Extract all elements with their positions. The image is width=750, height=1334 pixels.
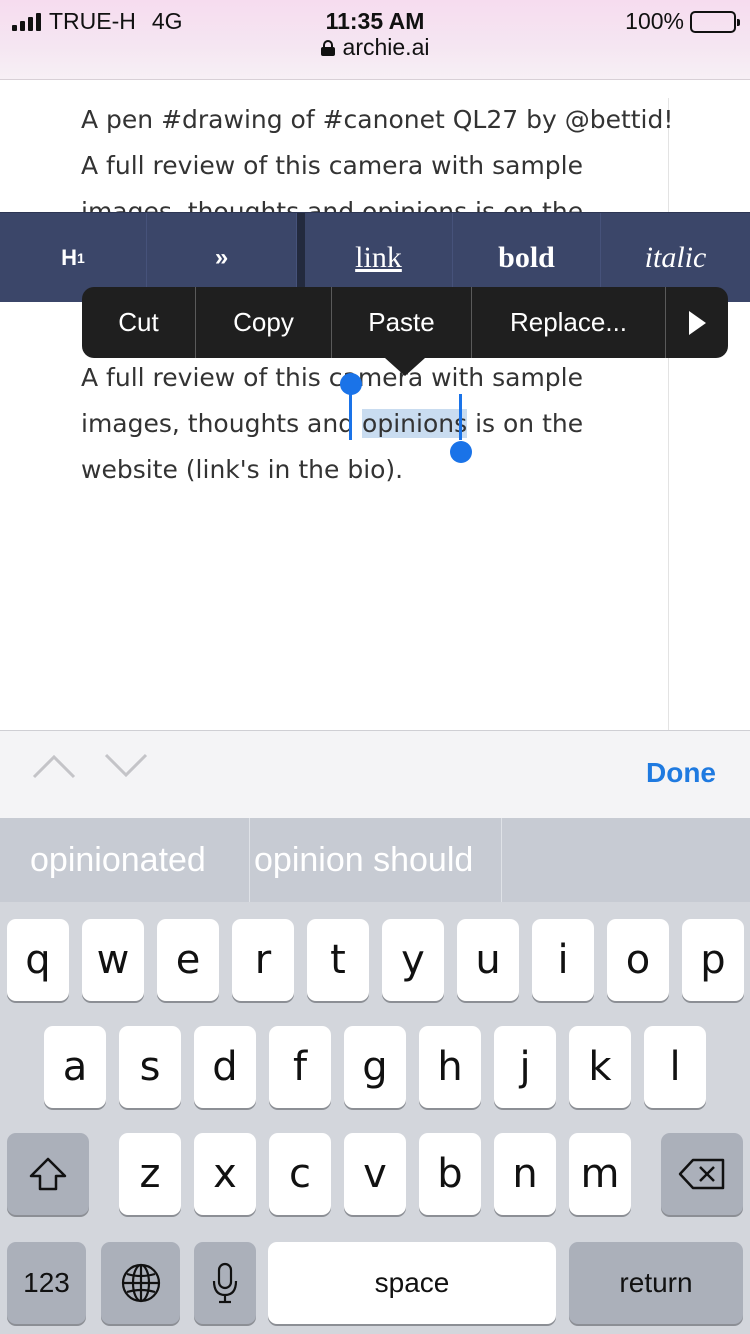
suggestion-3[interactable]	[502, 818, 750, 902]
globe-key[interactable]	[101, 1242, 180, 1324]
key-h[interactable]: h	[419, 1026, 481, 1108]
editor-area[interactable]: A pen #drawing of #canonet QL27 by @bett…	[0, 80, 750, 730]
suggestion-1[interactable]: opinionated	[0, 818, 250, 902]
key-z[interactable]: z	[119, 1133, 181, 1215]
key-u[interactable]: u	[457, 919, 519, 1001]
key-n[interactable]: n	[494, 1133, 556, 1215]
heading-label: H	[61, 245, 78, 270]
key-t[interactable]: t	[307, 919, 369, 1001]
text-before-selection: images, thoughts and	[81, 409, 363, 438]
key-l[interactable]: l	[644, 1026, 706, 1108]
shift-key[interactable]	[7, 1133, 89, 1215]
heading-level: 1	[77, 250, 85, 266]
text-after-selection: is on the	[467, 409, 584, 438]
key-a[interactable]: a	[44, 1026, 106, 1108]
key-s[interactable]: s	[119, 1026, 181, 1108]
selection-start-caret	[349, 386, 352, 440]
key-k[interactable]: k	[569, 1026, 631, 1108]
copy-button[interactable]: Copy	[196, 287, 332, 358]
microphone-icon	[212, 1262, 238, 1304]
delete-icon	[678, 1158, 725, 1190]
key-j[interactable]: j	[494, 1026, 556, 1108]
key-y[interactable]: y	[382, 919, 444, 1001]
key-p[interactable]: p	[682, 919, 744, 1001]
lock-icon	[320, 40, 335, 56]
keyboard-accessory-bar: Done	[0, 730, 750, 818]
globe-icon	[121, 1263, 160, 1303]
return-key[interactable]: return	[569, 1242, 743, 1324]
battery-status: 100%	[625, 8, 740, 35]
context-menu-pointer	[385, 358, 425, 376]
space-key[interactable]: space	[268, 1242, 556, 1324]
key-r[interactable]: r	[232, 919, 294, 1001]
menu-more-button[interactable]	[666, 287, 728, 358]
key-g[interactable]: g	[344, 1026, 406, 1108]
key-f[interactable]: f	[269, 1026, 331, 1108]
edit-context-menu: Cut Copy Paste Replace...	[82, 287, 728, 358]
cut-button[interactable]: Cut	[82, 287, 196, 358]
delete-key[interactable]	[661, 1133, 743, 1215]
battery-percent: 100%	[625, 8, 684, 34]
shift-icon	[29, 1157, 67, 1191]
microphone-key[interactable]	[194, 1242, 256, 1324]
key-o[interactable]: o	[607, 919, 669, 1001]
key-d[interactable]: d	[194, 1026, 256, 1108]
text-line: A pen #drawing of #canonet QL27 by @bett…	[81, 105, 674, 134]
suggestion-2[interactable]: opinion should	[250, 818, 502, 902]
selected-text[interactable]: opinions	[362, 409, 468, 438]
editor-margin-line	[668, 98, 669, 730]
address-bar[interactable]: archie.ai	[0, 34, 750, 61]
text-line: website (link's in the bio).	[81, 455, 404, 484]
play-triangle-icon	[688, 310, 706, 335]
key-m[interactable]: m	[569, 1133, 631, 1215]
selection-end-handle[interactable]	[450, 441, 472, 463]
key-v[interactable]: v	[344, 1133, 406, 1215]
status-bar: TRUE-H 4G 11:35 AM archie.ai 100%	[0, 0, 750, 80]
selection-end-caret	[459, 394, 462, 440]
key-c[interactable]: c	[269, 1133, 331, 1215]
numbers-key[interactable]: 123	[7, 1242, 86, 1324]
replace-button[interactable]: Replace...	[472, 287, 666, 358]
key-w[interactable]: w	[82, 919, 144, 1001]
key-q[interactable]: q	[7, 919, 69, 1001]
done-button[interactable]: Done	[646, 757, 716, 789]
text-line: A full review of this camera with sample	[81, 363, 583, 392]
url-text: archie.ai	[342, 34, 430, 60]
predictive-bar: opinionated opinion should	[0, 818, 750, 902]
text-line: A full review of this camera with sample	[81, 151, 583, 180]
chevron-down-icon[interactable]	[104, 753, 148, 779]
key-b[interactable]: b	[419, 1133, 481, 1215]
battery-icon	[690, 10, 740, 33]
paste-button[interactable]: Paste	[332, 287, 472, 358]
key-x[interactable]: x	[194, 1133, 256, 1215]
key-e[interactable]: e	[157, 919, 219, 1001]
text-line-with-selection[interactable]: images, thoughts and opinions is on the	[81, 401, 583, 447]
key-i[interactable]: i	[532, 919, 594, 1001]
chevron-up-icon[interactable]	[32, 753, 76, 779]
keyboard: q w e r t y u i o p a s d f g h j k l z …	[0, 902, 750, 1334]
